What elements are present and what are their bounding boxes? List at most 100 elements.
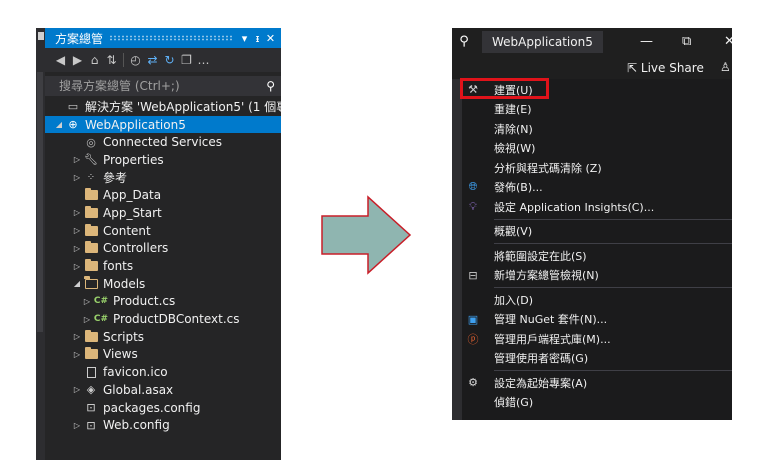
window-title: WebApplication5 [482, 30, 603, 53]
search-icon[interactable]: ⚲ [266, 79, 275, 93]
folder-icon [83, 223, 99, 238]
menu-item-label: 檢視(W) [494, 142, 536, 156]
menu-item[interactable]: 加入(D) [462, 290, 732, 310]
menu-separator [494, 218, 732, 220]
expand-arrow-icon[interactable]: ▷ [71, 208, 83, 217]
expand-arrow-icon[interactable]: ▷ [81, 315, 93, 324]
menu-item-label: 設定 Application Insights(C)... [494, 200, 655, 214]
pending-changes-icon[interactable]: ◴ [128, 52, 143, 68]
tree-item-app-start[interactable]: ▷ App_Start [45, 204, 281, 222]
expand-arrow-icon[interactable]: ▷ [71, 385, 83, 394]
solution-search-box[interactable]: ⚲ [45, 76, 281, 96]
folder-open-icon [83, 276, 99, 291]
csharp-icon: C# [93, 314, 109, 325]
expand-arrow-icon[interactable]: ▷ [71, 226, 83, 235]
tree-item-webapplication5[interactable]: ◢ ⊕ WebApplication5 [45, 115, 281, 134]
expand-arrow-icon[interactable]: ▷ [71, 155, 83, 164]
csharp-icon: C# [93, 296, 109, 307]
tree-item-webapplication5-1[interactable]: ▭ 解決方案 'WebApplication5' (1 個專 [45, 98, 281, 116]
menu-item[interactable]: 管理使用者密碼(G) [462, 349, 732, 369]
back-icon[interactable]: ◀ [53, 52, 68, 68]
restore-icon[interactable]: ⧉ [682, 34, 691, 49]
dropdown-icon[interactable]: ▾ [238, 32, 251, 45]
close-icon[interactable]: ✕ [264, 32, 277, 45]
menu-item[interactable]: 偵錯(G) [462, 393, 732, 413]
search-icon[interactable]: ⚲ [452, 34, 476, 49]
build-highlight-box [460, 78, 549, 99]
tree-item-productdbcontext-cs[interactable]: ▷ C# ProductDBContext.cs [45, 310, 281, 328]
ide-titlebar: ⚲ WebApplication5 — ⧉ ✕ [452, 28, 732, 55]
menu-item[interactable]: 重建(E) [462, 100, 732, 120]
tree-item-product-cs[interactable]: ▷ C# Product.cs [45, 293, 281, 311]
expand-arrow-icon[interactable]: ▷ [71, 332, 83, 341]
tree-item-label: Views [103, 347, 138, 362]
tree-item-label: App_Data [103, 188, 162, 203]
expand-arrow-icon[interactable]: ▷ [71, 262, 83, 271]
menu-item[interactable]: 清除(N) [462, 119, 732, 139]
menu-item-label: 發佈(B)... [494, 181, 543, 195]
overflow-icon[interactable]: … [196, 52, 211, 68]
tree-item-app-data[interactable]: App_Data [45, 186, 281, 204]
menu-item[interactable]: 概觀(V) [462, 222, 732, 242]
expand-arrow-icon[interactable]: ◢ [53, 120, 65, 129]
person-icon[interactable]: ♙ [720, 60, 731, 74]
forward-icon[interactable]: ▶ [70, 52, 85, 68]
pin-icon[interactable]: ᵻ [251, 32, 264, 45]
expand-arrow-icon[interactable]: ▷ [81, 297, 93, 306]
solution-explorer-titlebar: 方案總管 ▾ ᵻ ✕ [45, 28, 281, 48]
gear-icon[interactable] [38, 32, 44, 40]
menu-item[interactable]: ⊟ 新增方案總管檢視(N) [462, 266, 732, 286]
menu-item-label: 概觀(V) [494, 225, 533, 239]
copy-icon[interactable]: ❐ [179, 52, 194, 68]
menu-item[interactable]: 將範圍設定在此(S) [462, 246, 732, 266]
menu-item-label: 新增方案總管檢視(N) [494, 269, 599, 283]
expand-arrow-icon[interactable]: ◢ [71, 279, 83, 288]
tree-item-favicon-ico[interactable]: favicon.ico [45, 363, 281, 381]
tree-item-connected-services[interactable]: ◎ Connected Services [45, 133, 281, 151]
menu-item[interactable]: 💡︎ 設定 Application Insights(C)... [462, 197, 732, 217]
tree-item-scripts[interactable]: ▷ Scripts [45, 328, 281, 346]
tree-item-global-asax[interactable]: ▷ ◈ Global.asax [45, 381, 281, 399]
menu-item[interactable]: 分析與程式碼清除 (Z) [462, 158, 732, 178]
refresh-icon[interactable]: ↻ [162, 52, 177, 68]
tree-item-web-config[interactable]: ▷ ⊡ Web.config [45, 416, 281, 434]
expand-arrow-icon[interactable]: ▷ [71, 350, 83, 359]
expand-arrow-icon[interactable]: ▷ [71, 173, 83, 182]
menu-item[interactable]: 🌐︎ 發佈(B)... [462, 178, 732, 198]
tree-item-properties[interactable]: ▷ 🔧︎ Properties [45, 151, 281, 169]
folder-icon [83, 329, 99, 344]
tree-item-[interactable]: ▷ ⁘ 參考 [45, 169, 281, 187]
live-share-button[interactable]: ⇱ Live Share [627, 61, 704, 75]
tree-item-packages-config[interactable]: ⊡ packages.config [45, 399, 281, 417]
expand-arrow-icon[interactable]: ▷ [71, 244, 83, 253]
menu-separator [494, 370, 732, 371]
tree-item-models[interactable]: ◢ Models [45, 275, 281, 293]
home-icon[interactable]: ⌂ [87, 52, 102, 68]
menu-item[interactable]: 檢視(W) [462, 139, 732, 159]
folder-icon [83, 188, 99, 202]
tree-item-fonts[interactable]: ▷ fonts [45, 257, 281, 275]
minimize-icon[interactable]: — [640, 34, 653, 49]
menu-item[interactable]: ▣ 管理 NuGet 套件(N)... [462, 310, 732, 330]
menu-item[interactable]: ⚙ 設定為起始專案(A) [462, 373, 732, 393]
arrow-shape [321, 195, 412, 275]
menu-item-label: 重建(E) [494, 103, 532, 117]
tree-item-content[interactable]: ▷ Content [45, 222, 281, 240]
menu-item-label: 清除(N) [494, 122, 533, 136]
tree-item-views[interactable]: ▷ Views [45, 346, 281, 364]
new-view-icon: ⊟ [468, 268, 478, 282]
close-icon[interactable]: ✕ [724, 34, 732, 49]
search-input[interactable] [59, 79, 267, 93]
switch-views-icon[interactable]: ⇅ [104, 52, 119, 68]
menu-item[interactable]: ⓟ 管理用戶端程式庫(M)... [462, 329, 732, 349]
title-grip[interactable] [109, 35, 232, 41]
gutter-scrollbar[interactable] [37, 72, 43, 332]
expand-arrow-icon[interactable]: ▷ [71, 421, 83, 430]
tree-item-controllers[interactable]: ▷ Controllers [45, 240, 281, 258]
folder-icon [83, 347, 99, 361]
solution-explorer-panel: 方案總管 ▾ ᵻ ✕ ◀ ▶ ⌂ ⇅ ◴ ⇄ ↻ ❐ … ⚲ ▭ 解決方案 'We… [36, 28, 281, 460]
sync-icon[interactable]: ⇄ [145, 52, 160, 68]
solution-icon: ▭ [67, 100, 79, 114]
side-tab-gutter [36, 28, 45, 460]
menu-item-label: 管理使用者密碼(G) [494, 352, 589, 366]
